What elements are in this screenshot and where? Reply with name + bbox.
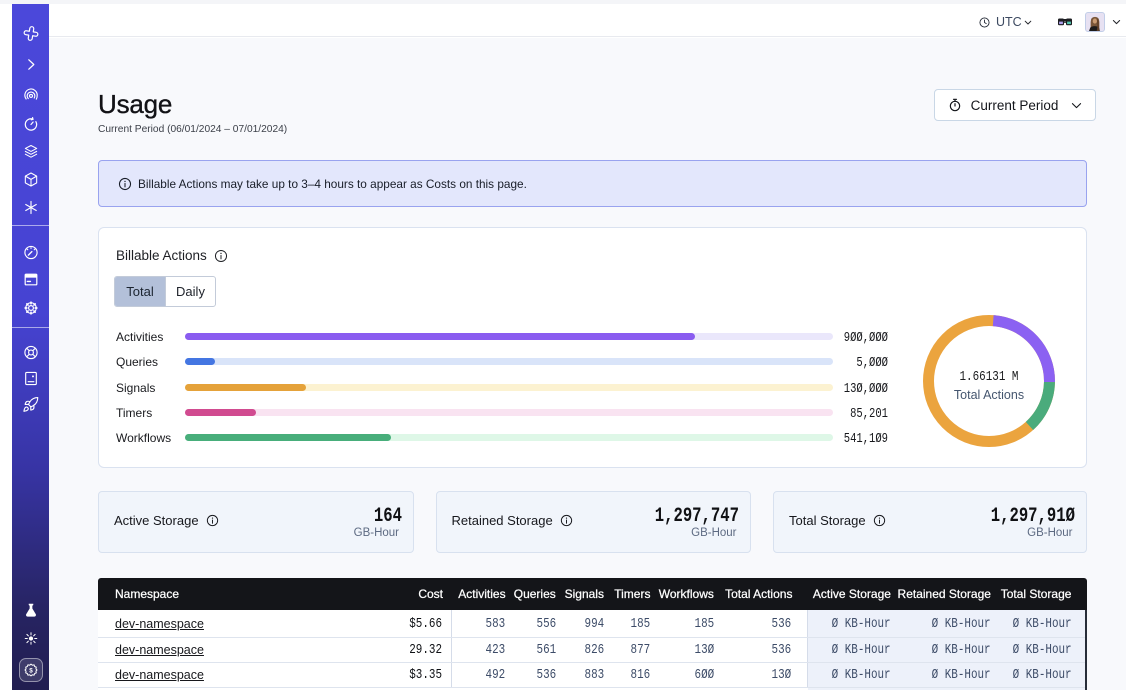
svg-text:$: $ bbox=[29, 667, 33, 674]
